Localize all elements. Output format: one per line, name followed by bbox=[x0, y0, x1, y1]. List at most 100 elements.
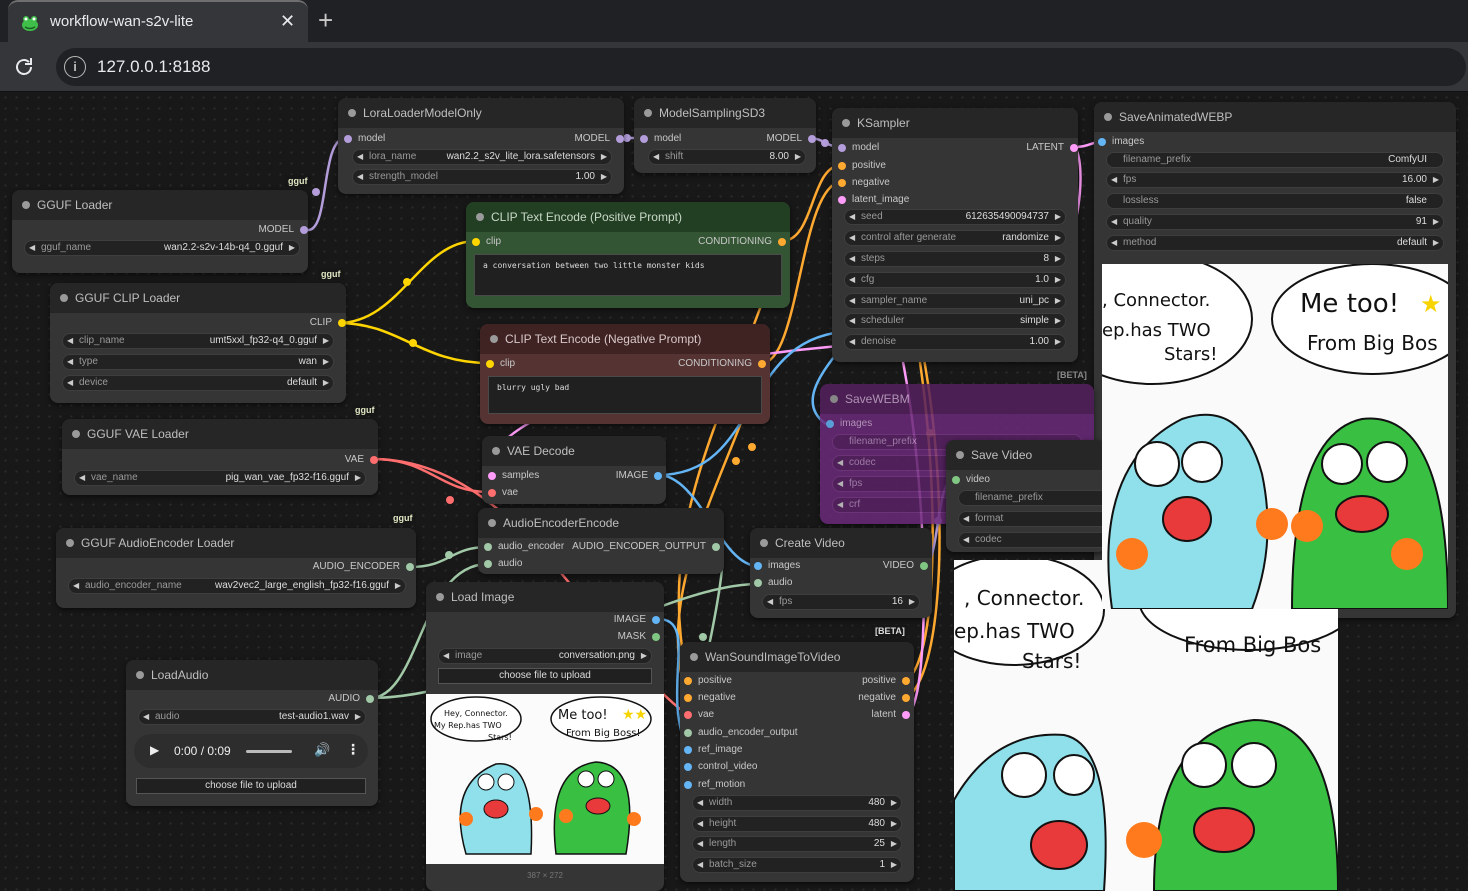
output-conditioning[interactable]: CONDITIONING bbox=[678, 358, 766, 370]
node-load-audio[interactable]: LoadAudio AUDIO audio test-audio1.wav ▶ 0… bbox=[126, 660, 378, 806]
slot-dot[interactable] bbox=[952, 476, 960, 484]
input-clip[interactable]: clip bbox=[472, 236, 501, 248]
input-audio-encoder[interactable]: audio_encoder bbox=[484, 541, 564, 553]
slot-dot[interactable] bbox=[684, 763, 692, 771]
more-options-icon[interactable]: ⋮ bbox=[346, 741, 360, 758]
site-info-icon[interactable]: i bbox=[64, 56, 86, 78]
widget-lossless[interactable]: lossless false bbox=[1106, 193, 1444, 209]
input-negative[interactable]: negative bbox=[684, 692, 736, 704]
volume-icon[interactable]: 🔊 bbox=[314, 742, 330, 758]
widget-sampler-name[interactable]: sampler_name uni_pc bbox=[844, 293, 1066, 309]
widget-type[interactable]: type wan bbox=[62, 354, 334, 370]
output-model[interactable]: MODEL bbox=[574, 133, 624, 145]
output-conditioning[interactable]: CONDITIONING bbox=[698, 236, 786, 248]
input-latent-image[interactable]: latent_image bbox=[838, 194, 909, 206]
input-images[interactable]: images bbox=[826, 418, 872, 430]
prompt-textarea[interactable]: a conversation between two little monste… bbox=[474, 254, 782, 296]
slot-dot[interactable] bbox=[344, 135, 352, 143]
slot-dot[interactable] bbox=[488, 472, 496, 480]
slot-dot[interactable] bbox=[1070, 144, 1078, 152]
slot-dot[interactable] bbox=[684, 746, 692, 754]
widget-denoise[interactable]: denoise 1.00 bbox=[844, 334, 1066, 350]
widget-strength-model[interactable]: strength_model 1.00 bbox=[352, 169, 612, 185]
widget-cfg[interactable]: cfg 1.0 bbox=[844, 272, 1066, 288]
node-gguf-audioencoder-loader[interactable]: GGUF AudioEncoder Loader AUDIO_ENCODER a… bbox=[56, 528, 416, 608]
slot-dot[interactable] bbox=[488, 489, 496, 497]
slot-dot[interactable] bbox=[616, 135, 624, 143]
slot-dot[interactable] bbox=[406, 563, 414, 571]
output-latent[interactable]: LATENT bbox=[1026, 142, 1078, 154]
slot-dot[interactable] bbox=[838, 144, 846, 152]
input-model[interactable]: model bbox=[838, 142, 879, 154]
widget-scheduler[interactable]: scheduler simple bbox=[844, 313, 1066, 329]
input-positive[interactable]: positive bbox=[684, 675, 732, 687]
slot-dot[interactable] bbox=[338, 319, 346, 327]
widget-filename-prefix[interactable]: filename_prefix ComfyUI bbox=[1106, 152, 1444, 168]
input-clip[interactable]: clip bbox=[486, 358, 515, 370]
node-load-image[interactable]: Load Image IMAGE MASK image conversation.… bbox=[426, 582, 664, 891]
input-negative[interactable]: negative bbox=[838, 177, 890, 189]
close-tab-icon[interactable]: ✕ bbox=[280, 11, 295, 32]
output-video[interactable]: VIDEO bbox=[883, 560, 928, 572]
slot-dot[interactable] bbox=[486, 360, 494, 368]
widget-width[interactable]: width 480 bbox=[692, 795, 902, 811]
slot-dot[interactable] bbox=[652, 633, 660, 641]
input-images[interactable]: images bbox=[754, 560, 800, 572]
node-audio-encoder-encode[interactable]: AudioEncoderEncode audio_encoder audio A… bbox=[478, 508, 724, 574]
node-vae-decode[interactable]: VAE Decode samples vae IMAGE bbox=[482, 436, 666, 504]
node-create-video[interactable]: Create Video images audio VIDEO fps 16 bbox=[750, 528, 932, 618]
slot-dot[interactable] bbox=[902, 711, 910, 719]
slot-dot[interactable] bbox=[370, 456, 378, 464]
input-vae[interactable]: vae bbox=[684, 709, 714, 721]
node-gguf-clip-loader[interactable]: GGUF CLIP Loader CLIP clip_name umt5xxl_f… bbox=[50, 283, 346, 403]
slot-dot[interactable] bbox=[758, 360, 766, 368]
input-positive[interactable]: positive bbox=[838, 160, 886, 172]
output-negative[interactable]: negative bbox=[858, 692, 910, 704]
slot-dot[interactable] bbox=[754, 562, 762, 570]
output-clip[interactable]: CLIP bbox=[310, 317, 346, 329]
prompt-textarea[interactable]: blurry ugly bad bbox=[488, 376, 762, 414]
slot-dot[interactable] bbox=[838, 179, 846, 187]
widget-format[interactable]: format bbox=[958, 511, 1118, 527]
node-lora-loader[interactable]: LoraLoaderModelOnly model MODEL lora_nam… bbox=[338, 98, 624, 194]
slot-dot[interactable] bbox=[826, 420, 834, 428]
input-audio[interactable]: audio bbox=[484, 558, 522, 570]
widget-seed[interactable]: seed 612635490094737 bbox=[844, 209, 1066, 225]
widget-audio-encoder-name[interactable]: audio_encoder_name wav2vec2_large_english… bbox=[68, 578, 406, 594]
widget-lora-name[interactable]: lora_name wan2.2_s2v_lite_lora.safetensor… bbox=[352, 149, 612, 165]
slot-dot[interactable] bbox=[778, 238, 786, 246]
widget-quality[interactable]: quality 91 bbox=[1106, 214, 1444, 230]
slot-dot[interactable] bbox=[484, 543, 492, 551]
node-clip-positive[interactable]: CLIP Text Encode (Positive Prompt) clip … bbox=[466, 202, 790, 308]
browser-tab[interactable]: workflow-wan-s2v-lite ✕ bbox=[8, 0, 308, 42]
slot-dot[interactable] bbox=[920, 562, 928, 570]
slot-dot[interactable] bbox=[684, 781, 692, 789]
widget-length[interactable]: length 25 bbox=[692, 836, 902, 852]
slot-dot[interactable] bbox=[652, 616, 660, 624]
input-images[interactable]: images bbox=[1098, 136, 1144, 148]
input-vae[interactable]: vae bbox=[488, 487, 518, 499]
node-gguf-loader[interactable]: GGUF Loader MODEL gguf_name wan2.2-s2v-14… bbox=[12, 190, 308, 273]
new-tab-button[interactable]: + bbox=[318, 5, 333, 36]
output-model[interactable]: MODEL bbox=[766, 133, 816, 145]
slot-dot[interactable] bbox=[838, 162, 846, 170]
choose-file-upload-button[interactable]: choose file to upload bbox=[136, 778, 366, 794]
node-model-sampling-sd3[interactable]: ModelSamplingSD3 model MODEL shift 8.00 bbox=[634, 98, 816, 173]
output-model[interactable]: MODEL bbox=[258, 224, 308, 236]
node-save-video[interactable]: Save Video video filename_prefix format … bbox=[946, 440, 1118, 552]
widget-image[interactable]: image conversation.png bbox=[438, 648, 652, 664]
choose-file-upload-button[interactable]: choose file to upload bbox=[438, 668, 652, 684]
slot-dot[interactable] bbox=[684, 729, 692, 737]
widget-vae-name[interactable]: vae_name pig_wan_vae_fp32-f16.gguf bbox=[74, 470, 366, 486]
slot-dot[interactable] bbox=[366, 695, 374, 703]
widget-clip-name[interactable]: clip_name umt5xxl_fp32-q4_0.gguf bbox=[62, 333, 334, 349]
widget-device[interactable]: device default bbox=[62, 375, 334, 391]
audio-progress[interactable] bbox=[246, 750, 292, 753]
audio-player[interactable]: ▶ 0:00 / 0:09 🔊 ⋮ bbox=[134, 734, 368, 768]
slot-dot[interactable] bbox=[902, 677, 910, 685]
slot-dot[interactable] bbox=[838, 196, 846, 204]
slot-dot[interactable] bbox=[684, 677, 692, 685]
slot-dot[interactable] bbox=[1098, 138, 1106, 146]
output-audio[interactable]: AUDIO bbox=[328, 693, 374, 705]
output-mask[interactable]: MASK bbox=[618, 631, 660, 643]
